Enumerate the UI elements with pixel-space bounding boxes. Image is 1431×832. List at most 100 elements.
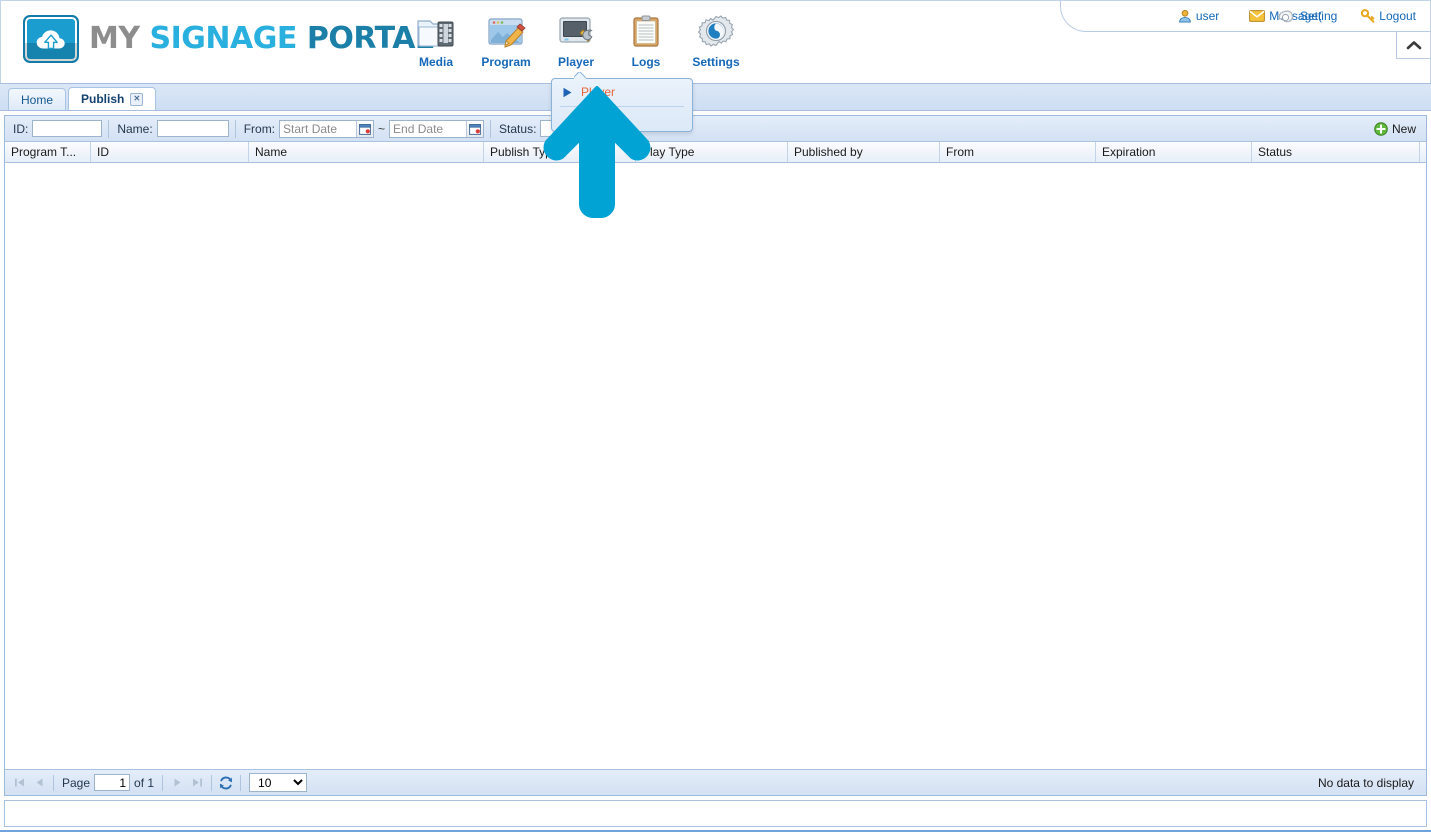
header-collapse-button[interactable] — [1396, 32, 1430, 59]
dropdown-item-player-label: Player — [581, 85, 616, 99]
filter-toolbar: ID: Name: From: Start Date ~ End Date St… — [5, 116, 1426, 142]
program-window-pencil-icon — [486, 11, 526, 51]
date-range-separator: ~ — [378, 121, 386, 136]
tab-bar: Home Publish ✕ — [0, 84, 1431, 111]
header-inner: MY SIGNAGE PORTAL Media Program Player L… — [0, 0, 1431, 83]
page-size-select[interactable]: 10 — [249, 773, 308, 792]
page-label: Page — [62, 775, 91, 790]
nav-item-program[interactable]: Program — [471, 11, 541, 69]
prev-page-icon[interactable] — [29, 773, 49, 793]
footer-area — [0, 796, 1431, 832]
user-toolbar: user Message( Setting Logout — [1156, 1, 1430, 31]
app-logo[interactable]: MY SIGNAGE PORTAL — [23, 15, 434, 63]
column-header-status[interactable]: Status — [1252, 142, 1420, 162]
nav-item-player[interactable]: Player — [541, 11, 611, 69]
pager-status-text: No data to display — [1317, 775, 1414, 790]
new-button-label: New — [1391, 121, 1416, 136]
cloud-upload-icon — [23, 15, 79, 63]
setting-menu[interactable]: Setting — [1277, 9, 1338, 23]
from-label: From: — [243, 121, 276, 136]
page-total-label: of 1 — [134, 775, 155, 790]
nav-label-media: Media — [418, 55, 453, 69]
pager-separator — [53, 774, 54, 791]
dropdown-item-player[interactable]: Player — [552, 79, 692, 105]
nav-label-player: Player — [557, 55, 595, 69]
pager-separator — [211, 774, 213, 791]
tab-publish-label: Publish — [81, 92, 125, 106]
tab-home-label: Home — [21, 92, 54, 107]
logout-menu[interactable]: Logout — [1361, 9, 1416, 23]
toolbar-separator — [490, 119, 492, 138]
start-date-field[interactable] — [279, 119, 375, 138]
last-page-icon[interactable] — [187, 773, 207, 793]
setting-label: Setting — [1299, 9, 1338, 23]
id-label: ID: — [13, 121, 29, 136]
media-folder-icon — [416, 11, 456, 51]
column-header-from[interactable]: From — [940, 142, 1096, 162]
nav-item-logs[interactable]: Logs — [611, 11, 681, 69]
key-icon — [1361, 9, 1375, 23]
column-header-publish-type[interactable]: Publish Type — [484, 142, 636, 162]
id-input[interactable] — [32, 120, 103, 137]
calendar-icon[interactable] — [356, 120, 374, 137]
gear-icon — [1277, 10, 1293, 23]
page-number-input[interactable] — [94, 774, 131, 791]
refresh-icon[interactable] — [216, 773, 236, 793]
column-header-expiration[interactable]: Expiration — [1096, 142, 1252, 162]
logout-label: Logout — [1379, 9, 1416, 23]
user-name-label: user — [1195, 9, 1220, 23]
column-header-published-by[interactable]: Published by — [788, 142, 940, 162]
plus-circle-green-icon — [1374, 121, 1388, 136]
user-silhouette-icon — [1179, 9, 1191, 23]
toolbar-separator — [234, 119, 236, 138]
cloud-upload-glyph — [36, 30, 65, 50]
envelope-icon — [1249, 10, 1266, 22]
name-input[interactable] — [156, 120, 229, 137]
next-page-icon[interactable] — [167, 773, 187, 793]
settings-gear-icon — [696, 11, 736, 51]
dropdown-notch — [574, 72, 586, 79]
nav-label-program: Program — [481, 55, 531, 69]
calendar-icon[interactable] — [466, 120, 484, 137]
toolbar-separator — [108, 119, 110, 138]
player-dropdown-menu: Player — [551, 78, 693, 132]
first-page-icon[interactable] — [9, 773, 29, 793]
end-date-input[interactable] — [390, 120, 467, 137]
player-monitor-wrench-icon — [556, 11, 596, 51]
logs-clipboard-icon — [626, 11, 666, 51]
nav-label-settings: Settings — [692, 55, 740, 69]
user-menu[interactable]: user — [1178, 9, 1219, 23]
footer-panel — [4, 800, 1427, 827]
name-label: Name: — [117, 121, 153, 136]
column-header-name[interactable]: Name — [249, 142, 484, 162]
pager-separator — [162, 774, 164, 791]
content-area: ID: Name: From: Start Date ~ End Date St… — [0, 111, 1431, 796]
application-root: MY SIGNAGE PORTAL Media Program Player L… — [0, 0, 1431, 832]
column-header-id[interactable]: ID — [91, 142, 249, 162]
table-body — [5, 163, 1426, 769]
column-header-play-type[interactable]: Play Type — [636, 142, 788, 162]
nav-item-media[interactable]: Media — [401, 11, 471, 69]
logo-word-my: MY — [89, 21, 140, 56]
close-icon[interactable]: ✕ — [130, 92, 144, 106]
table-header-row: Program T... ID Name Publish Type Play T… — [5, 142, 1426, 163]
new-button[interactable]: New — [1370, 118, 1424, 140]
pagination-bar: Page of 1 — [5, 769, 1426, 795]
logo-wordmark: MY SIGNAGE PORTAL — [89, 24, 434, 54]
triangle-right-icon — [563, 87, 572, 97]
tab-home[interactable]: Home — [8, 88, 67, 110]
app-header: MY SIGNAGE PORTAL Media Program Player L… — [0, 0, 1431, 84]
end-date-field[interactable] — [389, 119, 485, 138]
tab-publish[interactable]: Publish ✕ — [68, 87, 157, 110]
dropdown-separator — [560, 106, 684, 107]
main-navigation: Media Program Player Logs Settings — [401, 11, 751, 69]
nav-item-settings[interactable]: Settings — [681, 11, 751, 69]
start-date-input[interactable] — [280, 120, 357, 137]
status-label: Status: — [499, 121, 537, 136]
column-header-program-type[interactable]: Program T... — [5, 142, 91, 162]
pager-separator — [240, 774, 242, 791]
chevron-up-icon — [1406, 41, 1421, 50]
nav-label-logs: Logs — [631, 55, 661, 69]
publish-grid-panel: ID: Name: From: Start Date ~ End Date St… — [4, 115, 1427, 796]
logo-word-signage: SIGNAGE — [149, 21, 298, 56]
